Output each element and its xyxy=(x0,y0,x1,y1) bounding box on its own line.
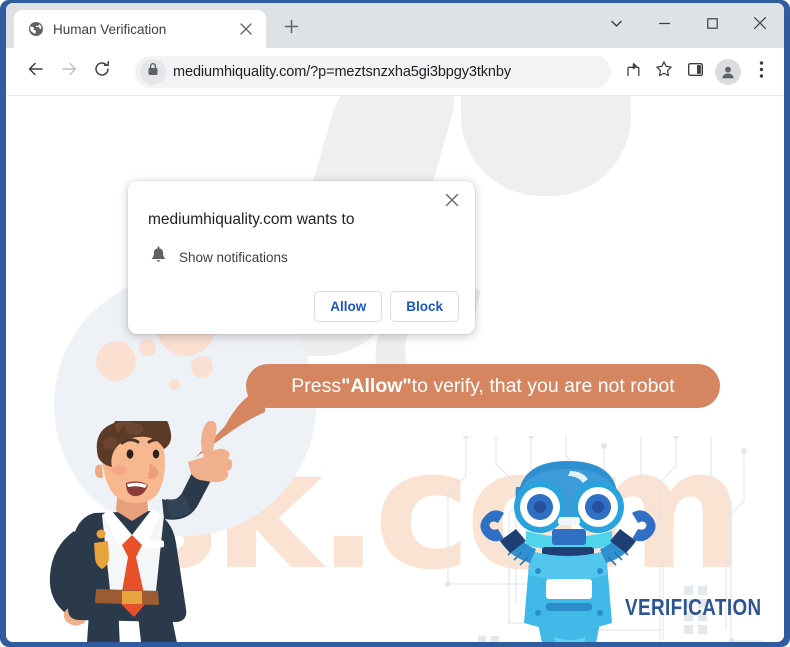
page-viewport: PC sk.com Press "Allow" to verify, that … xyxy=(6,95,784,642)
minimize-button[interactable] xyxy=(640,3,688,48)
profile-button[interactable] xyxy=(713,57,743,87)
speech-bubble: Press "Allow" to verify, that you are no… xyxy=(246,364,720,408)
background-dot-2 xyxy=(96,341,136,381)
side-panel-icon xyxy=(687,61,704,83)
close-icon xyxy=(753,16,767,35)
tab-title: Human Verification xyxy=(53,21,167,37)
background-dot-3 xyxy=(139,339,156,356)
close-icon xyxy=(445,193,459,212)
arrow-left-icon xyxy=(27,60,45,83)
three-dot-menu-icon xyxy=(759,60,764,84)
forward-button[interactable] xyxy=(53,56,85,88)
maximize-button[interactable] xyxy=(688,3,736,48)
address-bar[interactable]: mediumhiquality.com/?p=meztsnzxha5gi3bpg… xyxy=(135,55,611,88)
maximize-icon xyxy=(706,17,719,35)
minimize-icon xyxy=(658,17,671,35)
browser-menu-button[interactable] xyxy=(746,57,776,87)
star-icon xyxy=(655,60,673,83)
businessman-pointing-illustration xyxy=(49,421,233,642)
back-button[interactable] xyxy=(20,56,52,88)
browser-tab[interactable]: Human Verification xyxy=(14,10,266,48)
share-button[interactable] xyxy=(618,57,648,87)
allow-button[interactable]: Allow xyxy=(314,291,383,322)
popup-title: mediumhiquality.com wants to xyxy=(148,211,355,228)
bell-icon xyxy=(150,246,167,269)
bubble-text-emphasis: "Allow" xyxy=(341,374,412,397)
reload-button[interactable] xyxy=(86,56,118,88)
lock-icon xyxy=(147,62,159,81)
share-icon xyxy=(625,61,642,83)
site-info-button[interactable] xyxy=(140,58,166,85)
bookmark-button[interactable] xyxy=(649,57,679,87)
globe-icon xyxy=(27,21,44,38)
popup-close-button[interactable] xyxy=(439,189,465,215)
plus-icon xyxy=(284,19,299,39)
chevron-down-icon xyxy=(610,17,623,35)
person-avatar-icon xyxy=(715,58,741,85)
notification-permission-popup: mediumhiquality.com wants to Show notifi… xyxy=(128,181,475,334)
tab-close-icon[interactable] xyxy=(236,19,256,39)
window-controls xyxy=(592,3,784,48)
tab-search-button[interactable] xyxy=(592,3,640,48)
bubble-text-after: to verify, that you are not robot xyxy=(411,374,675,397)
close-window-button[interactable] xyxy=(736,3,784,48)
background-dot-4 xyxy=(191,356,213,378)
verification-label: VERIFICATION xyxy=(625,594,762,620)
reload-icon xyxy=(93,60,111,83)
tab-strip: Human Verification xyxy=(6,3,784,48)
url-text: mediumhiquality.com/?p=meztsnzxha5gi3bpg… xyxy=(173,63,511,80)
browser-toolbar: mediumhiquality.com/?p=meztsnzxha5gi3bpg… xyxy=(6,48,784,95)
browser-window: Human Verification mediumhiquality.com/?… xyxy=(0,0,790,647)
new-tab-button[interactable] xyxy=(276,14,306,44)
permission-label: Show notifications xyxy=(179,250,288,265)
background-dot-5 xyxy=(169,379,180,390)
arrow-right-icon xyxy=(60,60,78,83)
block-button[interactable]: Block xyxy=(390,291,459,322)
popup-actions: Allow Block xyxy=(146,291,459,322)
side-panel-button[interactable] xyxy=(680,57,710,87)
bubble-text-before: Press xyxy=(291,374,342,397)
permission-row: Show notifications xyxy=(150,246,459,269)
browser-window-inner: Human Verification mediumhiquality.com/?… xyxy=(6,3,784,642)
background-swoosh-2 xyxy=(461,96,631,196)
